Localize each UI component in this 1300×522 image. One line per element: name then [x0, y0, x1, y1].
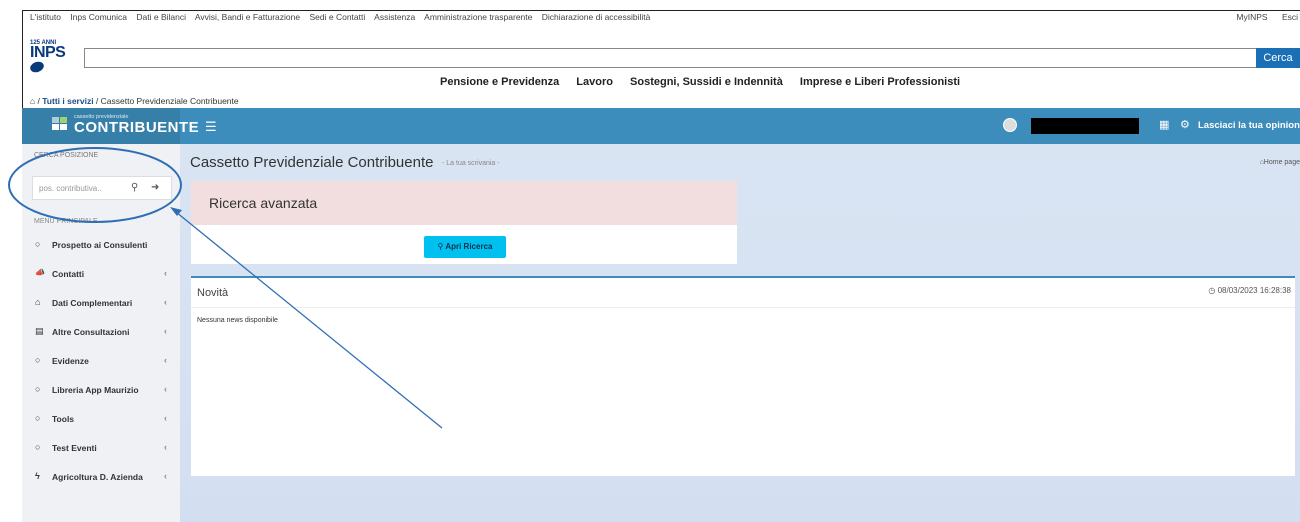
- sidebar-item-label: Altre Consultazioni: [52, 327, 130, 337]
- avatar[interactable]: [1003, 118, 1017, 132]
- nav-item-sostegni[interactable]: Sostegni, Sussidi e Indennità: [630, 76, 783, 88]
- site-search-input[interactable]: [84, 48, 1258, 68]
- nav-item-lavoro[interactable]: Lavoro: [576, 76, 613, 88]
- logout-link[interactable]: Esci: [1282, 12, 1298, 22]
- settings-icon[interactable]: ⚙: [1180, 118, 1190, 131]
- brand-small-text: cassetto previdenziale: [74, 114, 129, 120]
- brand-title: CONTRIBUENTE: [74, 119, 200, 136]
- brand-squares-icon: [52, 117, 70, 133]
- chevron-left-icon: ‹: [164, 384, 167, 394]
- news-title: Novità: [197, 287, 229, 299]
- sidebar-item-label: Agricoltura D. Azienda: [52, 472, 143, 482]
- app-brand[interactable]: cassetto previdenziale CONTRIBUENTE: [22, 108, 199, 144]
- top-link[interactable]: L'istituto: [30, 12, 61, 22]
- main-content: Cassetto Previdenziale Contribuente - La…: [180, 144, 1300, 522]
- page-title: Cassetto Previdenziale Contribuente: [190, 154, 434, 171]
- news-empty-text: Nessuna news disponibile: [197, 317, 278, 324]
- breadcrumb-current: Cassetto Previdenziale Contribuente: [100, 96, 239, 106]
- top-links-bar: L'istituto Inps Comunica Dati e Bilanci …: [30, 12, 1300, 30]
- circle-icon: ○: [35, 413, 41, 423]
- page-subtitle: - La tua scrivania -: [442, 160, 500, 167]
- breadcrumb-servizi[interactable]: Tutti i servizi: [42, 96, 93, 106]
- sidebar-menu: ○ Prospetto ai Consulenti 📣 Contatti ‹ ⌂ Dati …: [22, 230, 180, 491]
- sidebar-item-label: Contatti: [52, 269, 85, 279]
- nav-item-imprese[interactable]: Imprese e Liberi Professionisti: [800, 76, 960, 88]
- advanced-search-card: Ricerca avanzata ⚲ Apri Ricerca: [191, 181, 737, 264]
- search-icon: ⚲: [437, 242, 444, 251]
- sidebar-item[interactable]: ⌂ Dati Complementari ‹: [22, 288, 180, 317]
- top-link[interactable]: Avvisi, Bandi e Fatturazione: [195, 12, 300, 22]
- clock-icon: ◷: [1208, 286, 1216, 295]
- main-nav: Pensione e Previdenza Lavoro Sostegni, S…: [440, 76, 974, 88]
- screen-icon[interactable]: ▦: [1159, 118, 1169, 131]
- homepage-link[interactable]: ⌂Home page: [1260, 159, 1300, 166]
- site-search-button[interactable]: Cerca: [1256, 48, 1300, 68]
- logo-inps: INPS: [30, 44, 66, 61]
- top-link[interactable]: Dati e Bilanci: [136, 12, 186, 22]
- position-search-placeholder[interactable]: pos. contributiva..: [39, 184, 102, 193]
- top-link[interactable]: Dichiarazione di accessibilità: [542, 12, 651, 22]
- myinps-link[interactable]: MyINPS: [1236, 12, 1267, 22]
- sidebar-item[interactable]: ▤ Altre Consultazioni ‹: [22, 317, 180, 346]
- sidebar-item-label: Libreria App Maurizio: [52, 385, 139, 395]
- sidebar-item-label: Prospetto ai Consulenti: [52, 240, 148, 250]
- megaphone-icon: 📣: [35, 268, 45, 277]
- sidebar-item[interactable]: ○ Evidenze ‹: [22, 346, 180, 375]
- list-icon: ▤: [35, 326, 44, 336]
- advanced-search-title: Ricerca avanzata: [191, 181, 737, 225]
- redacted-username: [1031, 118, 1139, 134]
- top-link[interactable]: Assistenza: [374, 12, 415, 22]
- open-search-label: Apri Ricerca: [445, 242, 493, 251]
- circle-icon: ○: [35, 442, 41, 452]
- circle-icon: ○: [35, 384, 41, 394]
- sidebar-item[interactable]: ϟ Agricoltura D. Azienda ‹: [22, 462, 180, 491]
- sidebar-item-label: Tools: [52, 414, 75, 424]
- homepage-label: Home page: [1263, 159, 1300, 166]
- sidebar-item[interactable]: ○ Tools ‹: [22, 404, 180, 433]
- sidebar-item[interactable]: ○ Libreria App Maurizio ‹: [22, 375, 180, 404]
- chevron-left-icon: ‹: [164, 268, 167, 278]
- sidebar-item-label: Dati Complementari: [52, 298, 133, 308]
- circle-icon: ○: [35, 239, 41, 249]
- sidebar-item[interactable]: 📣 Contatti ‹: [22, 259, 180, 288]
- news-card: Novità ◷ 08/03/2023 16:28:38 Nessuna new…: [191, 276, 1295, 476]
- bolt-icon: ϟ: [35, 471, 40, 481]
- chevron-left-icon: ‹: [164, 413, 167, 423]
- open-search-button[interactable]: ⚲ Apri Ricerca: [424, 236, 506, 258]
- app-header: cassetto previdenziale CONTRIBUENTE ☰ ▦ …: [22, 108, 1300, 144]
- top-link[interactable]: Amministrazione trasparente: [424, 12, 532, 22]
- arrow-right-icon[interactable]: ➜: [151, 182, 159, 193]
- chevron-left-icon: ‹: [164, 297, 167, 307]
- sidebar-item[interactable]: ○ Prospetto ai Consulenti: [22, 230, 180, 259]
- sidebar-item-label: Test Eventi: [52, 443, 97, 453]
- top-link[interactable]: Sedi e Contatti: [309, 12, 365, 22]
- news-timestamp-value: 08/03/2023 16:28:38: [1217, 286, 1291, 295]
- breadcrumb-sep: /: [93, 96, 101, 106]
- bank-icon: ⌂: [35, 297, 41, 307]
- breadcrumb: ⌂ / Tutti i servizi / Cassetto Previdenz…: [30, 96, 239, 106]
- nav-item-pensione[interactable]: Pensione e Previdenza: [440, 76, 559, 88]
- position-search-box[interactable]: pos. contributiva.. ⚲ ➜: [32, 176, 172, 200]
- chevron-left-icon: ‹: [164, 355, 167, 365]
- sidebar-item[interactable]: ○ Test Eventi ‹: [22, 433, 180, 462]
- sidebar: CERCA POSIZIONE pos. contributiva.. ⚲ ➜ …: [22, 144, 180, 522]
- search-icon[interactable]: ⚲: [131, 182, 138, 193]
- news-timestamp: ◷ 08/03/2023 16:28:38: [1208, 286, 1291, 295]
- chevron-left-icon: ‹: [164, 326, 167, 336]
- sidebar-item-label: Evidenze: [52, 356, 89, 366]
- sidebar-search-title: CERCA POSIZIONE: [34, 152, 99, 159]
- chevron-left-icon: ‹: [164, 471, 167, 481]
- inps-logo[interactable]: 125 ANNI INPS: [28, 40, 70, 82]
- sidebar-menu-title: MENU PRINCIPALE: [34, 218, 98, 225]
- circle-icon: ○: [35, 355, 41, 365]
- chevron-left-icon: ‹: [164, 442, 167, 452]
- top-link[interactable]: Inps Comunica: [70, 12, 127, 22]
- opinion-link[interactable]: Lasciaci la tua opinione: [1198, 120, 1300, 131]
- logo-swirl-icon: [28, 59, 46, 75]
- menu-toggle-icon[interactable]: ☰: [205, 119, 217, 135]
